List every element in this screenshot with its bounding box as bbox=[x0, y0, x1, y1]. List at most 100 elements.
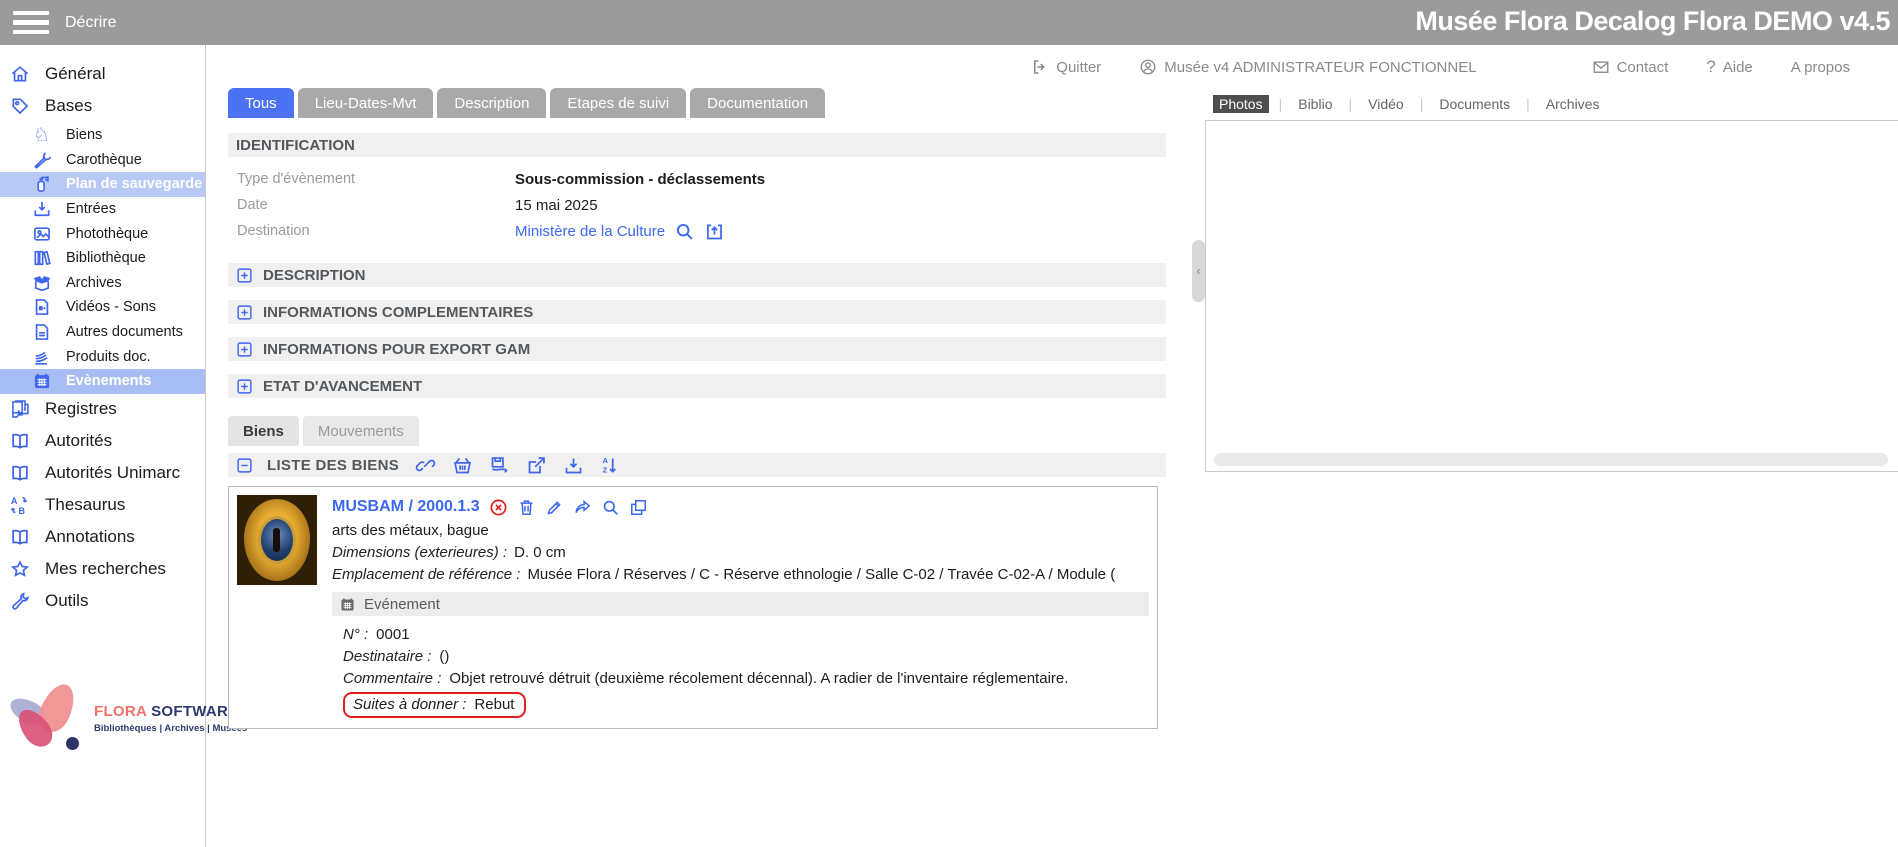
basket-icon[interactable] bbox=[452, 455, 473, 476]
flora-flower-icon bbox=[14, 681, 86, 755]
sidebar-item-label: Général bbox=[45, 64, 105, 84]
share-arrow-icon[interactable] bbox=[573, 498, 592, 517]
expand-plus-icon[interactable] bbox=[236, 378, 253, 395]
topbar: Quitter Musée v4 ADMINISTRATEUR FONCTION… bbox=[1100, 52, 1850, 82]
brand-secondary: SOFTWARE bbox=[151, 703, 238, 720]
tab-description[interactable]: Description bbox=[437, 88, 546, 118]
main-content: Tous Lieu-Dates-Mvt Description Etapes d… bbox=[228, 88, 1166, 729]
tab-video[interactable]: Vidéo bbox=[1362, 95, 1410, 113]
sidebar-item-autorites[interactable]: Autorités bbox=[0, 426, 205, 456]
subtab-biens[interactable]: Biens bbox=[228, 416, 299, 446]
chess-knight-icon: ♘ bbox=[31, 125, 52, 146]
apropos-button[interactable]: A propos bbox=[1791, 59, 1850, 76]
sidebar-item-label: Autorités bbox=[45, 431, 112, 451]
search-icon[interactable] bbox=[674, 221, 695, 242]
external-link-icon[interactable] bbox=[526, 455, 547, 476]
open-book-icon bbox=[8, 461, 32, 485]
user-icon bbox=[1139, 58, 1157, 76]
tab-etapes-de-suivi[interactable]: Etapes de suivi bbox=[550, 88, 686, 118]
sidebar-item-general[interactable]: Général bbox=[0, 59, 205, 89]
item-thumbnail[interactable] bbox=[237, 495, 317, 585]
suites-value: Rebut bbox=[474, 696, 514, 713]
sidebar-item-carotheque[interactable]: Carothèque bbox=[0, 148, 205, 173]
sidebar-item-phototheque[interactable]: Photothèque bbox=[0, 221, 205, 246]
quitter-button[interactable]: Quitter bbox=[1031, 58, 1101, 76]
aide-button[interactable]: ? Aide bbox=[1706, 57, 1753, 77]
copies-icon bbox=[8, 397, 32, 421]
field-destination: Destination Ministère de la Culture bbox=[237, 218, 1166, 244]
remove-circle-icon[interactable] bbox=[489, 498, 508, 517]
identification-fields: Type d'évènement Sous-commission - décla… bbox=[228, 157, 1166, 250]
sidebar-item-label: Biens bbox=[66, 127, 102, 143]
collapse-minus-icon[interactable] bbox=[236, 457, 253, 474]
sidebar-item-label: Plan de sauvegarde bbox=[66, 176, 202, 192]
calendar-icon bbox=[339, 596, 356, 613]
contact-label: Contact bbox=[1617, 59, 1669, 76]
panel-collapse-handle[interactable]: ‹ bbox=[1192, 240, 1205, 302]
section-description[interactable]: DESCRIPTION bbox=[228, 263, 1166, 287]
svg-text:A: A bbox=[11, 496, 18, 506]
subtab-mouvements[interactable]: Mouvements bbox=[303, 416, 419, 446]
contact-button[interactable]: Contact bbox=[1592, 58, 1669, 76]
quitter-label: Quitter bbox=[1056, 59, 1101, 76]
hamburger-menu-icon[interactable] bbox=[13, 11, 49, 35]
download-icon[interactable] bbox=[563, 455, 584, 476]
user-account[interactable]: Musée v4 ADMINISTRATEUR FONCTIONNEL bbox=[1139, 58, 1476, 76]
tab-lieu-dates-mvt[interactable]: Lieu-Dates-Mvt bbox=[298, 88, 434, 118]
sidebar-item-archives[interactable]: Archives bbox=[0, 271, 205, 296]
sidebar-item-mes-recherches[interactable]: Mes recherches bbox=[0, 554, 205, 584]
sidebar-item-outils[interactable]: Outils bbox=[0, 586, 205, 616]
sidebar-item-videos-sons[interactable]: Vidéos - Sons bbox=[0, 295, 205, 320]
item-designation: arts des métaux, bague bbox=[332, 519, 1149, 541]
trash-icon[interactable] bbox=[517, 498, 536, 517]
tab-archives[interactable]: Archives bbox=[1540, 95, 1606, 113]
tab-tous[interactable]: Tous bbox=[228, 88, 294, 118]
destination-link[interactable]: Ministère de la Culture bbox=[515, 223, 665, 240]
biens-mouvements-tabs: Biens Mouvements bbox=[228, 416, 1166, 446]
sidebar-item-bibliotheque[interactable]: Bibliothèque bbox=[0, 246, 205, 271]
horizontal-scrollbar[interactable] bbox=[1214, 453, 1888, 466]
search-icon[interactable] bbox=[601, 498, 620, 517]
sidebar-item-biens[interactable]: ♘ Biens bbox=[0, 123, 205, 148]
sidebar-item-plan-de-sauvegarde[interactable]: Plan de sauvegarde bbox=[0, 172, 205, 197]
numero-value: 0001 bbox=[376, 626, 409, 643]
sidebar-item-label: Bases bbox=[45, 96, 92, 116]
section-informations-export-gam[interactable]: INFORMATIONS POUR EXPORT GAM bbox=[228, 337, 1166, 361]
tab-documentation[interactable]: Documentation bbox=[690, 88, 825, 118]
item-code-link[interactable]: MUSBAM / 2000.1.3 bbox=[332, 498, 480, 516]
expand-plus-icon[interactable] bbox=[236, 304, 253, 321]
sidebar-item-entrees[interactable]: Entrées bbox=[0, 197, 205, 222]
sidebar-item-registres[interactable]: Registres bbox=[0, 394, 205, 424]
expand-plus-icon[interactable] bbox=[236, 341, 253, 358]
sort-az-icon[interactable]: AZ bbox=[600, 455, 621, 476]
tab-separator: | bbox=[1279, 96, 1283, 112]
sidebar-item-label: Evènements bbox=[66, 373, 151, 389]
tab-documents[interactable]: Documents bbox=[1433, 95, 1516, 113]
suites-a-donner-highlight: Suites à donner : Rebut bbox=[343, 692, 526, 718]
link-icon[interactable] bbox=[415, 455, 436, 476]
svg-text:B: B bbox=[18, 506, 25, 515]
copy-icon[interactable] bbox=[629, 498, 648, 517]
emplacement-label: Emplacement de référence : bbox=[332, 566, 520, 583]
sidebar-item-bases[interactable]: Bases bbox=[0, 91, 205, 121]
sidebar-item-produits-doc[interactable]: Produits doc. bbox=[0, 344, 205, 369]
open-record-icon[interactable] bbox=[704, 221, 725, 242]
edit-pencil-icon[interactable] bbox=[545, 498, 564, 517]
flora-software-logo: FLORA SOFTWARE Bibliothèques | Archives … bbox=[14, 681, 204, 755]
save-record-icon[interactable] bbox=[489, 455, 510, 476]
sidebar-item-evenements[interactable]: Evènements bbox=[0, 369, 205, 394]
sidebar-item-label: Autorités Unimarc bbox=[45, 463, 180, 483]
expand-plus-icon[interactable] bbox=[236, 267, 253, 284]
sidebar-item-annotations[interactable]: Annotations bbox=[0, 522, 205, 552]
tab-biblio[interactable]: Biblio bbox=[1292, 95, 1338, 113]
sidebar-item-autres-documents[interactable]: Autres documents bbox=[0, 320, 205, 345]
section-informations-complementaires[interactable]: INFORMATIONS COMPLEMENTAIRES bbox=[228, 300, 1166, 324]
sidebar-item-label: Bibliothèque bbox=[66, 250, 146, 266]
section-etat-avancement[interactable]: ETAT D'AVANCEMENT bbox=[228, 374, 1166, 398]
sidebar-item-autorites-unimarc[interactable]: Autorités Unimarc bbox=[0, 458, 205, 488]
sidebar-item-thesaurus[interactable]: AB Thesaurus bbox=[0, 490, 205, 520]
event-block: Evénement N° : 0001 Destinataire : () Co… bbox=[332, 592, 1149, 720]
numero-label: N° : bbox=[343, 626, 368, 643]
sidebar-item-label: Outils bbox=[45, 591, 88, 611]
tab-photos[interactable]: Photos bbox=[1213, 95, 1269, 113]
